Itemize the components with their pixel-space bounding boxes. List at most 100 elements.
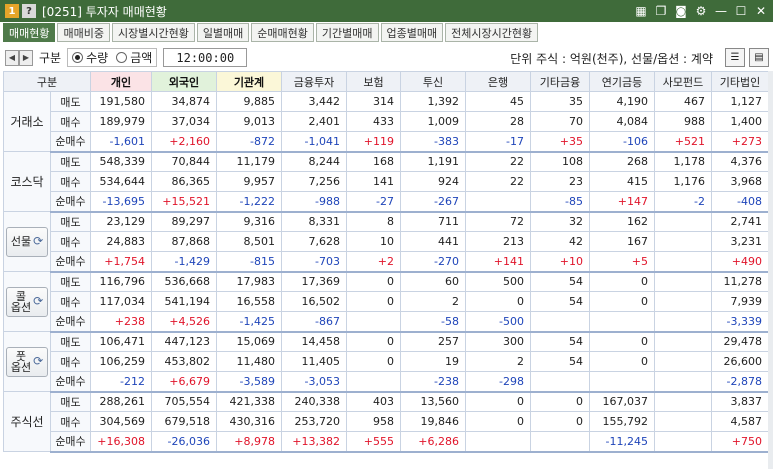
maximize-icon[interactable]: ☐: [733, 3, 749, 19]
tab-daily-trading[interactable]: 일별매매: [196, 23, 250, 42]
category-button[interactable]: 콜 옵션 ⟳: [6, 286, 48, 317]
value-cell: [346, 371, 401, 393]
row-type-label: 순매수: [50, 191, 91, 213]
radio-quantity-dot[interactable]: [72, 52, 84, 63]
value-cell: 60: [400, 271, 466, 292]
value-cell: 2: [400, 291, 466, 312]
category-cell: 코스닥: [3, 151, 51, 212]
tab-period-trading[interactable]: 기간별매매: [315, 23, 379, 42]
value-cell: 467: [654, 91, 712, 112]
value-cell: 7,939: [711, 291, 769, 312]
value-cell: [654, 411, 712, 432]
value-cell: -988: [281, 191, 347, 213]
excel-export-icon[interactable]: ▤: [749, 48, 769, 67]
category-cell[interactable]: 선물 ⟳: [3, 211, 51, 272]
column-header[interactable]: 구분: [3, 71, 91, 92]
row-type-label: 순매수: [50, 311, 91, 333]
value-cell: -1,222: [216, 191, 282, 213]
column-header[interactable]: 외국인: [151, 71, 217, 92]
column-header[interactable]: 기관계: [216, 71, 282, 92]
tab-market-time[interactable]: 시장별시간현황: [111, 23, 195, 42]
tab-trading-ratio[interactable]: 매매비중: [57, 23, 110, 42]
row-type-label: 순매수: [50, 131, 91, 153]
table-row: 순매수 +16,308 -26,036 +8,978 +13,382 +555 +6,286…: [4, 431, 769, 453]
value-cell: 167: [589, 231, 655, 252]
column-header[interactable]: 보험: [346, 71, 401, 92]
tab-sector-trading[interactable]: 업종별매매: [380, 23, 444, 42]
value-cell: 0: [346, 271, 401, 292]
column-header[interactable]: 개인: [90, 71, 152, 92]
list-view-icon[interactable]: ☰: [725, 48, 745, 67]
value-cell: -2: [654, 191, 712, 213]
column-header[interactable]: 사모펀드: [654, 71, 712, 92]
copy-icon[interactable]: ❐: [653, 3, 669, 19]
layout-icon[interactable]: ▦: [633, 3, 649, 19]
value-cell: 3,968: [711, 171, 769, 192]
value-cell: 441: [400, 231, 466, 252]
value-cell: [654, 431, 712, 453]
value-cell: -298: [465, 371, 531, 393]
radio-quantity[interactable]: 수량: [72, 49, 108, 66]
help-icon[interactable]: ?: [22, 4, 36, 18]
radio-amount[interactable]: 금액: [116, 49, 152, 66]
value-cell: 16,502: [281, 291, 347, 312]
category-button[interactable]: 선물 ⟳: [6, 226, 48, 257]
tab-all-market-time[interactable]: 전체시장시간현황: [445, 23, 539, 42]
gear-icon[interactable]: ⚙: [693, 3, 709, 19]
value-cell: 421,338: [216, 391, 282, 412]
value-cell: 500: [465, 271, 531, 292]
camera-icon[interactable]: ◙: [673, 3, 689, 19]
next-arrow-icon[interactable]: ▶: [19, 49, 33, 66]
vertical-scrollbar[interactable]: [768, 71, 773, 469]
value-cell: 162: [589, 211, 655, 232]
column-header[interactable]: 연기금등: [589, 71, 655, 92]
value-cell: 54: [530, 291, 590, 312]
value-cell: +8,978: [216, 431, 282, 453]
refresh-icon: ⟳: [33, 294, 44, 308]
row-type-label: 매도: [50, 391, 91, 412]
refresh-icon: ⟳: [33, 354, 44, 368]
column-header[interactable]: 투신: [400, 71, 466, 92]
value-cell: 155,792: [589, 411, 655, 432]
value-cell: 924: [400, 171, 466, 192]
tab-trading-status[interactable]: 매매현황: [3, 23, 56, 42]
category-button[interactable]: 풋 옵션 ⟳: [6, 346, 48, 377]
column-header[interactable]: 기타법인: [711, 71, 769, 92]
value-cell: 23: [530, 171, 590, 192]
tab-net-trading[interactable]: 순매매현황: [251, 23, 314, 42]
value-cell: 22: [465, 151, 531, 172]
value-cell: [654, 251, 712, 273]
window-number-badge[interactable]: 1: [5, 4, 19, 18]
category-cell[interactable]: 풋 옵션 ⟳: [3, 331, 51, 392]
category-cell[interactable]: 콜 옵션 ⟳: [3, 271, 51, 332]
column-header[interactable]: 기타금융: [530, 71, 590, 92]
column-header[interactable]: 은행: [465, 71, 531, 92]
prev-arrow-icon[interactable]: ◀: [5, 49, 19, 66]
value-cell: -867: [281, 311, 347, 333]
value-cell: 447,123: [151, 331, 217, 352]
value-cell: -13,695: [90, 191, 152, 213]
value-cell: [465, 431, 531, 453]
value-cell: 288,261: [90, 391, 152, 412]
value-cell: 54: [530, 351, 590, 372]
time-input[interactable]: 12:00:00: [163, 48, 248, 67]
value-cell: +15,521: [151, 191, 217, 213]
value-cell: 679,518: [151, 411, 217, 432]
value-cell: 106,471: [90, 331, 152, 352]
radio-amount-dot[interactable]: [116, 52, 128, 63]
row-type-label: 매수: [50, 231, 91, 252]
close-icon[interactable]: ✕: [753, 3, 769, 19]
value-cell: 35: [530, 91, 590, 112]
investor-trading-table: 구분 개인 외국인 기관계 금융투자 보험 투신 은행 기타금융 연기금등 사모펀드 기타법인 거래소…: [3, 71, 769, 453]
value-cell: -267: [400, 191, 466, 213]
value-cell: 9,885: [216, 91, 282, 112]
value-cell: 1,191: [400, 151, 466, 172]
value-cell: +490: [711, 251, 769, 273]
value-cell: 42: [530, 231, 590, 252]
unit-note: 단위 주식 : 억원(천주), 선물/옵션 : 계약: [510, 52, 713, 66]
column-header[interactable]: 금융투자: [281, 71, 347, 92]
value-cell: 45: [465, 91, 531, 112]
row-type-label: 매도: [50, 331, 91, 352]
minimize-icon[interactable]: —: [713, 3, 729, 19]
value-cell: 304,569: [90, 411, 152, 432]
